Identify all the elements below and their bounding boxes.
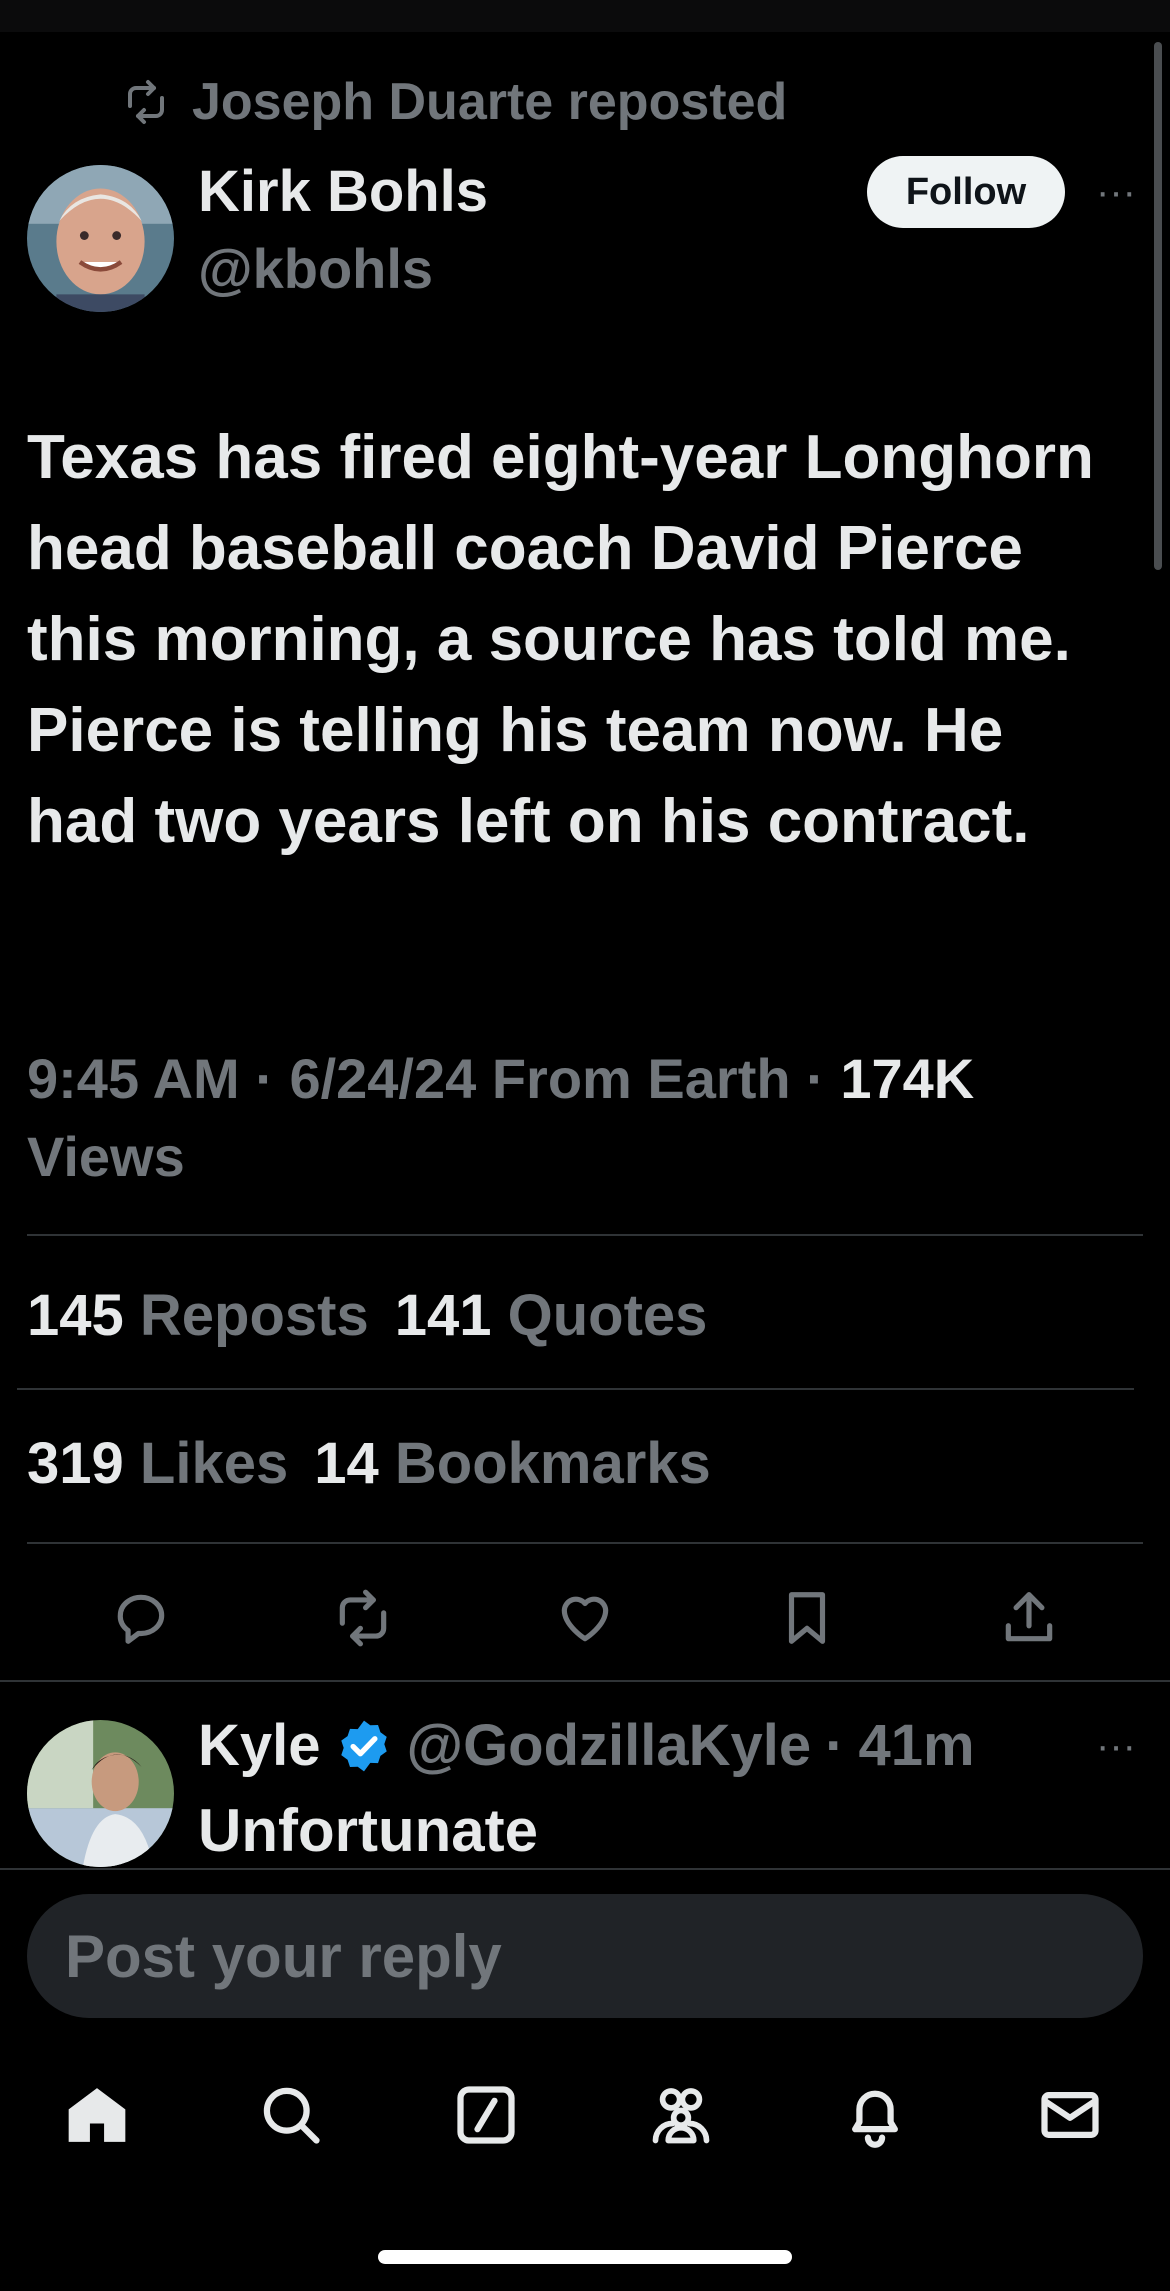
reply-icon xyxy=(117,1594,165,1644)
reply-name[interactable]: Kyle xyxy=(198,1712,321,1779)
likes-label: Likes xyxy=(139,1431,289,1496)
messages-icon xyxy=(1041,2092,1099,2138)
reply-text: Unfortunate xyxy=(198,1797,538,1864)
meta-separator: · xyxy=(255,1047,290,1110)
repost-text: Joseph Duarte reposted xyxy=(192,73,788,131)
divider xyxy=(27,1234,1143,1236)
tweet-text: Texas has fired eight-year Longhorn head… xyxy=(27,423,1094,856)
bookmarks-stat[interactable]: 14 Bookmarks xyxy=(314,1430,711,1497)
reposts-count: 145 xyxy=(27,1283,124,1348)
tweet-location: From Earth xyxy=(491,1047,791,1110)
quotes-count: 141 xyxy=(394,1283,492,1348)
likes-count: 319 xyxy=(27,1431,124,1496)
tab-communities[interactable] xyxy=(636,2070,726,2160)
bottom-tab-bar xyxy=(0,2070,1170,2160)
follow-button[interactable]: Follow xyxy=(867,156,1065,228)
author-name[interactable]: Kirk Bohls xyxy=(198,158,488,225)
quotes-label: Quotes xyxy=(507,1283,708,1348)
repost-icon xyxy=(128,80,164,124)
bookmarks-label: Bookmarks xyxy=(394,1431,711,1496)
views-count: 174K xyxy=(840,1047,975,1110)
tab-notifications[interactable] xyxy=(830,2070,920,2160)
quotes-stat[interactable]: 141 Quotes xyxy=(395,1282,708,1349)
stats-row-likes: 319 Likes 14 Bookmarks xyxy=(27,1430,711,1497)
likes-stat[interactable]: 319 Likes xyxy=(27,1430,288,1497)
home-indicator[interactable] xyxy=(378,2250,792,2264)
action-bar xyxy=(0,1585,1170,1655)
composer-divider xyxy=(0,1868,1170,1870)
reply-more-options-icon[interactable]: ··· xyxy=(1093,1724,1139,1768)
reply-composer[interactable] xyxy=(27,1894,1143,2018)
communities-icon xyxy=(652,2088,710,2144)
share-icon xyxy=(1005,1592,1053,1642)
repost-icon xyxy=(339,1589,387,1647)
repost-indicator[interactable]: Joseph Duarte reposted xyxy=(118,72,787,132)
tab-grok[interactable] xyxy=(441,2070,531,2160)
author-avatar[interactable] xyxy=(27,165,174,312)
stats-row-reposts: 145 Reposts 141 Quotes xyxy=(27,1282,707,1349)
home-icon xyxy=(68,2088,126,2142)
meta-separator: · xyxy=(806,1047,841,1110)
search-icon xyxy=(263,2087,320,2144)
reply-button[interactable] xyxy=(108,1585,174,1651)
share-button[interactable] xyxy=(996,1585,1062,1651)
views-label: Views xyxy=(27,1125,185,1188)
notifications-icon xyxy=(852,2090,898,2148)
like-button[interactable] xyxy=(552,1585,618,1651)
more-options-icon[interactable]: ··· xyxy=(1093,170,1139,214)
reply-separator: · xyxy=(825,1713,845,1778)
reposts-label: Reposts xyxy=(139,1283,369,1348)
bookmark-icon xyxy=(788,1592,826,1644)
divider xyxy=(17,1388,1134,1390)
reply-time: 41m xyxy=(858,1713,975,1778)
reply-avatar[interactable] xyxy=(27,1720,174,1867)
reply-input[interactable] xyxy=(27,1894,1143,2018)
grok-icon xyxy=(457,2086,515,2144)
divider xyxy=(0,1680,1170,1682)
verified-badge-icon xyxy=(340,1720,387,1771)
divider xyxy=(27,1542,1143,1544)
scrollbar[interactable] xyxy=(1154,42,1162,570)
status-bar xyxy=(0,0,1170,32)
tab-search[interactable] xyxy=(246,2070,336,2160)
tweet-meta: 9:45 AM · 6/24/24 From Earth · 174K View… xyxy=(27,1040,1127,1196)
author-handle[interactable]: @kbohls xyxy=(198,236,433,301)
reply-handle[interactable]: @GodzillaKyle xyxy=(407,1712,812,1779)
tweet-time: 9:45 AM xyxy=(27,1047,240,1110)
tweet-date: 6/24/24 xyxy=(289,1047,477,1110)
repost-button[interactable] xyxy=(330,1585,396,1651)
like-icon xyxy=(561,1596,609,1642)
bookmark-button[interactable] xyxy=(774,1585,840,1651)
bookmarks-count: 14 xyxy=(314,1431,379,1496)
tab-home[interactable] xyxy=(52,2070,142,2160)
reposts-stat[interactable]: 145 Reposts xyxy=(27,1282,369,1349)
tab-messages[interactable] xyxy=(1025,2070,1115,2160)
reply-header: Kyle @GodzillaKyle · 41m xyxy=(198,1712,975,1779)
